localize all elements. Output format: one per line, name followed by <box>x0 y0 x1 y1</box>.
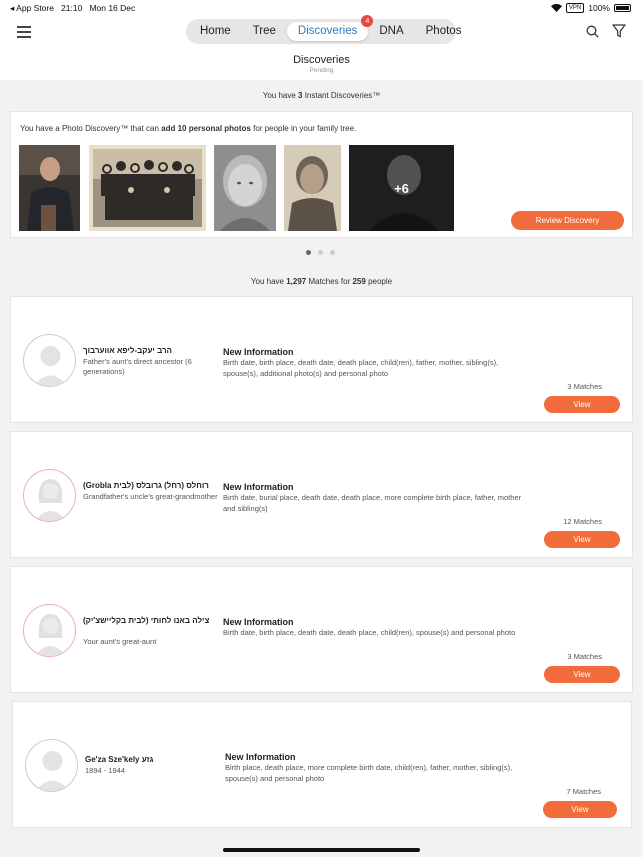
male-avatar-icon <box>25 739 78 792</box>
match-card[interactable]: (Grobla רוחלס (רחל) גרובלס (לבית Grandfa… <box>10 431 633 558</box>
new-information-title: New Information <box>223 482 294 492</box>
new-information-details: Birth place, death place, more complete … <box>225 763 513 783</box>
female-avatar-icon <box>23 469 76 522</box>
discovery-photo[interactable] <box>284 145 341 231</box>
discovery-photo[interactable] <box>214 145 276 231</box>
person-relation: Your aunt's great-aunt <box>83 637 157 646</box>
tab-tree[interactable]: Tree <box>242 22 287 41</box>
page-subtitle: Pending <box>309 67 334 74</box>
app-header: Home Tree Discoveries 4 DNA Photos Disco… <box>0 15 643 80</box>
new-information-title: New Information <box>225 752 296 762</box>
discovery-photo[interactable] <box>89 145 206 231</box>
match-count: 3 Matches <box>567 652 602 661</box>
status-bar: ◂ App Store 21:10 Mon 16 Dec VPN 100% <box>0 0 643 16</box>
view-match-button[interactable]: View <box>544 531 620 548</box>
back-to-app-link[interactable]: ◂ App Store <box>10 3 54 13</box>
more-photos-count: +6 <box>394 180 409 196</box>
person-relation: 1894 - 1944 <box>85 766 126 775</box>
new-information-title: New Information <box>223 617 294 627</box>
match-card[interactable]: צילה באנו לחותי (לבית בקליישצ'יק) Your a… <box>10 566 633 693</box>
discovery-photo[interactable] <box>19 145 80 231</box>
person-name: (Grobla רוחלס (רחל) גרובלס (לבית <box>83 481 209 490</box>
review-discovery-button[interactable]: Review Discovery <box>511 211 624 230</box>
pagination-dot[interactable] <box>306 250 311 255</box>
view-match-button[interactable]: View <box>543 801 617 818</box>
tab-home[interactable]: Home <box>189 22 242 41</box>
person-relation: Father's aunt's direct ancestor (6 gener… <box>83 357 192 376</box>
matches-summary: You have 1,297 Matches for 259 people <box>250 277 393 286</box>
main-nav: Home Tree Discoveries 4 DNA Photos <box>186 15 461 44</box>
status-time: 21:10 <box>61 3 83 13</box>
vpn-badge: VPN <box>565 3 585 13</box>
match-count: 7 Matches <box>566 787 601 796</box>
wifi-icon <box>550 4 562 12</box>
person-name: Ge'za Sze'kely גזע <box>85 755 154 764</box>
page-title: Discoveries <box>293 54 350 66</box>
status-left: ◂ App Store 21:10 Mon 16 Dec <box>10 3 135 14</box>
search-icon[interactable] <box>586 25 599 38</box>
battery-icon <box>614 4 631 12</box>
instant-discoveries-header: You have 3 Instant Discoveries™ <box>262 91 381 100</box>
discovery-photo-more[interactable]: +6 <box>349 145 454 231</box>
photo-discovery-card[interactable]: You have a Photo Discovery™ that can add… <box>10 111 633 238</box>
match-count: 3 Matches <box>567 382 602 391</box>
carousel-pagination <box>306 250 335 255</box>
view-match-button[interactable]: View <box>544 666 620 683</box>
tab-photos[interactable]: Photos <box>415 22 473 41</box>
match-card[interactable]: הרב יעקב-ליפא אווערבוך Father's aunt's d… <box>10 296 633 423</box>
status-right: VPN 100% <box>550 3 631 13</box>
status-date: Mon 16 Dec <box>89 3 136 13</box>
tab-dna[interactable]: DNA <box>368 22 414 41</box>
filter-icon[interactable] <box>612 24 626 38</box>
male-avatar-icon <box>23 334 76 387</box>
tab-discoveries[interactable]: Discoveries 4 <box>286 15 374 41</box>
person-relation: Grandfather's uncle's great-grandmother <box>83 492 218 501</box>
photo-discovery-text: You have a Photo Discovery™ that can add… <box>20 124 357 133</box>
new-information-title: New Information <box>223 347 294 357</box>
home-indicator[interactable] <box>223 848 420 852</box>
pagination-dot[interactable] <box>318 250 323 255</box>
new-information-details: Birth date, birth place, death date, dea… <box>223 628 516 637</box>
new-information-details: Birth date, burial place, death date, de… <box>223 493 522 513</box>
female-avatar-icon <box>23 604 76 657</box>
new-information-details: Birth date, birth place, death date, dea… <box>223 358 499 378</box>
pagination-dot[interactable] <box>330 250 335 255</box>
battery-percent: 100% <box>588 3 610 13</box>
hamburger-menu-icon[interactable] <box>17 26 31 38</box>
match-count: 12 Matches <box>563 517 602 526</box>
person-name: צילה באנו לחותי (לבית בקליישצ'יק) <box>83 616 210 625</box>
match-card[interactable]: Ge'za Sze'kely גזע 1894 - 1944 New Infor… <box>12 701 632 828</box>
person-name: הרב יעקב-ליפא אווערבוך <box>83 346 172 355</box>
view-match-button[interactable]: View <box>544 396 620 413</box>
